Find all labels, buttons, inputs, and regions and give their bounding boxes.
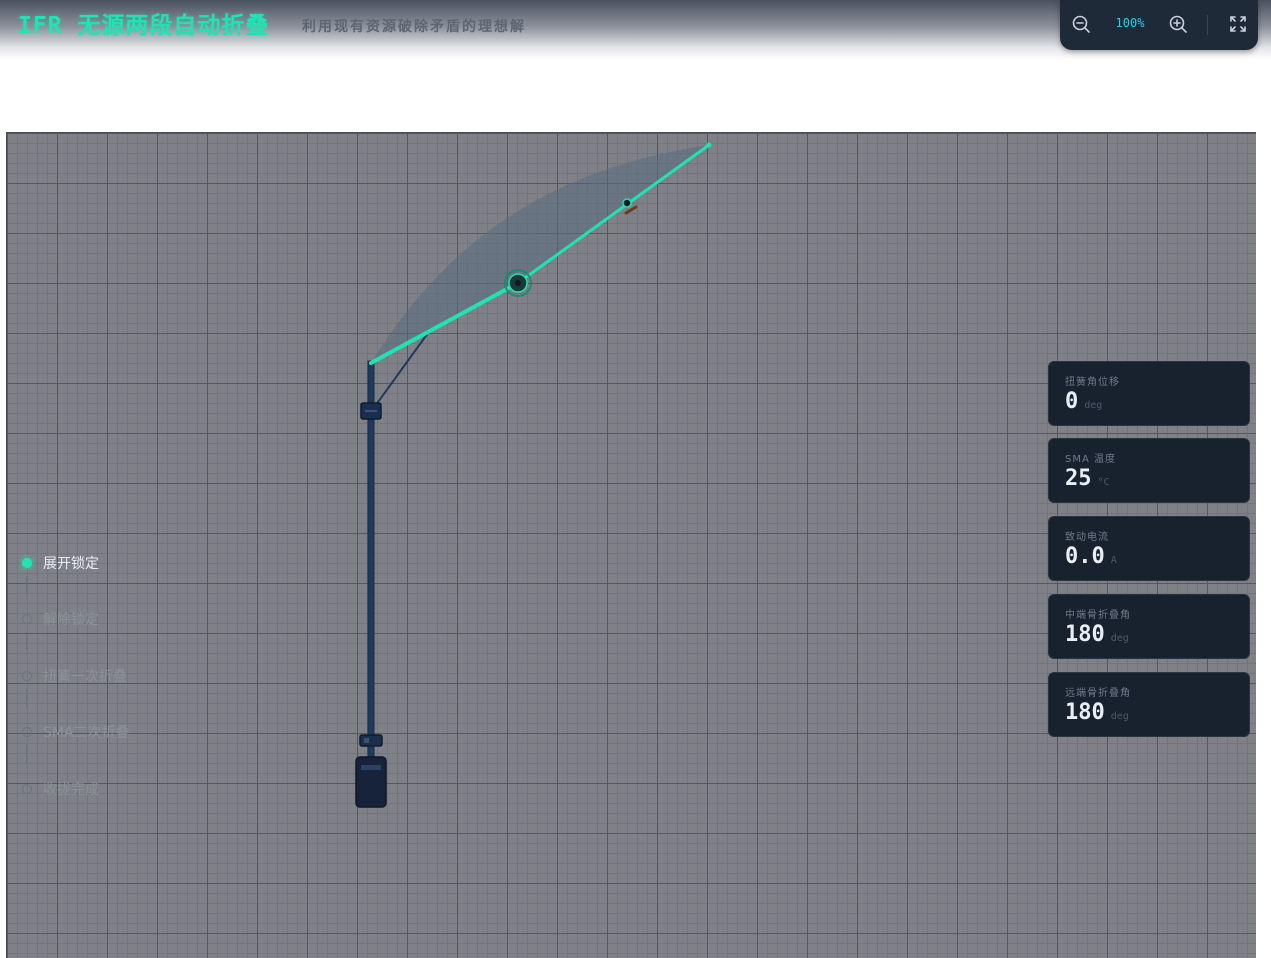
distal-joint: [622, 198, 632, 208]
sma-actuator: [624, 205, 638, 215]
metric-unit: deg: [1110, 633, 1129, 644]
metric-unit: A: [1110, 555, 1117, 566]
metric-label: 远端骨折叠角: [1065, 688, 1131, 699]
metric-label: 中端骨折叠角: [1065, 610, 1131, 621]
step-connector: [26, 689, 27, 707]
step-connector: [26, 576, 27, 594]
metric-actuation-current: 致动电流 0.0 A: [1048, 516, 1250, 581]
metric-unit: deg: [1084, 400, 1103, 411]
lower-clamp: [359, 734, 383, 747]
metric-value: 180 deg: [1065, 700, 1129, 725]
step-connector: [26, 632, 27, 650]
metric-label: 扭簧角位移: [1065, 377, 1120, 388]
mast-base: [355, 756, 387, 808]
app-subtitle: 利用现有资源破除矛盾的理想解: [302, 19, 526, 35]
sweep-area: [371, 145, 709, 363]
zoom-level: 100%: [1115, 16, 1145, 30]
metric-middle-fold-angle: 中端骨折叠角 180 deg: [1048, 594, 1250, 659]
step-indicator-icon: [22, 784, 32, 794]
toolbar-divider: [1207, 15, 1208, 35]
metric-label: SMA 温度: [1065, 454, 1116, 465]
metric-value: 0 deg: [1065, 389, 1103, 414]
metric-distal-fold-angle: 远端骨折叠角 180 deg: [1048, 672, 1250, 737]
step-label: 收拢完成: [43, 782, 99, 798]
metric-value: 25 °C: [1065, 466, 1110, 491]
metric-label: 致动电流: [1065, 532, 1109, 543]
fullscreen-icon: [1230, 16, 1246, 32]
zoom-out-button[interactable]: [1069, 12, 1093, 36]
step-connector: [26, 745, 27, 763]
zoom-in-icon: [1169, 15, 1187, 33]
arm-tip: [706, 142, 712, 148]
zoom-toolbar: 100%: [1060, 0, 1258, 50]
step-label: 展开锁定: [43, 556, 99, 572]
metric-spring-displacement: 扭簧角位移 0 deg: [1048, 361, 1250, 426]
app-title: IFR 无源两段自动折叠: [18, 13, 270, 39]
metric-sma-temperature: SMA 温度 25 °C: [1048, 438, 1250, 503]
zoom-out-icon: [1072, 15, 1090, 33]
metric-unit: °C: [1097, 477, 1110, 488]
step-indicator-icon: [22, 558, 32, 568]
fullscreen-button[interactable]: [1226, 12, 1250, 36]
step-indicator-icon: [22, 614, 32, 624]
step-label: SMA二次折叠: [43, 725, 130, 741]
metric-unit: deg: [1110, 711, 1129, 722]
step-indicator-icon: [22, 727, 32, 737]
zoom-in-button[interactable]: [1166, 12, 1190, 36]
step-indicator-icon: [22, 671, 32, 681]
step-label: 扭簧一次折叠: [43, 669, 127, 685]
step-label: 解除锁定: [43, 612, 99, 628]
mast: [367, 360, 375, 762]
metric-value: 0.0 A: [1065, 544, 1117, 569]
metric-value: 180 deg: [1065, 622, 1129, 647]
